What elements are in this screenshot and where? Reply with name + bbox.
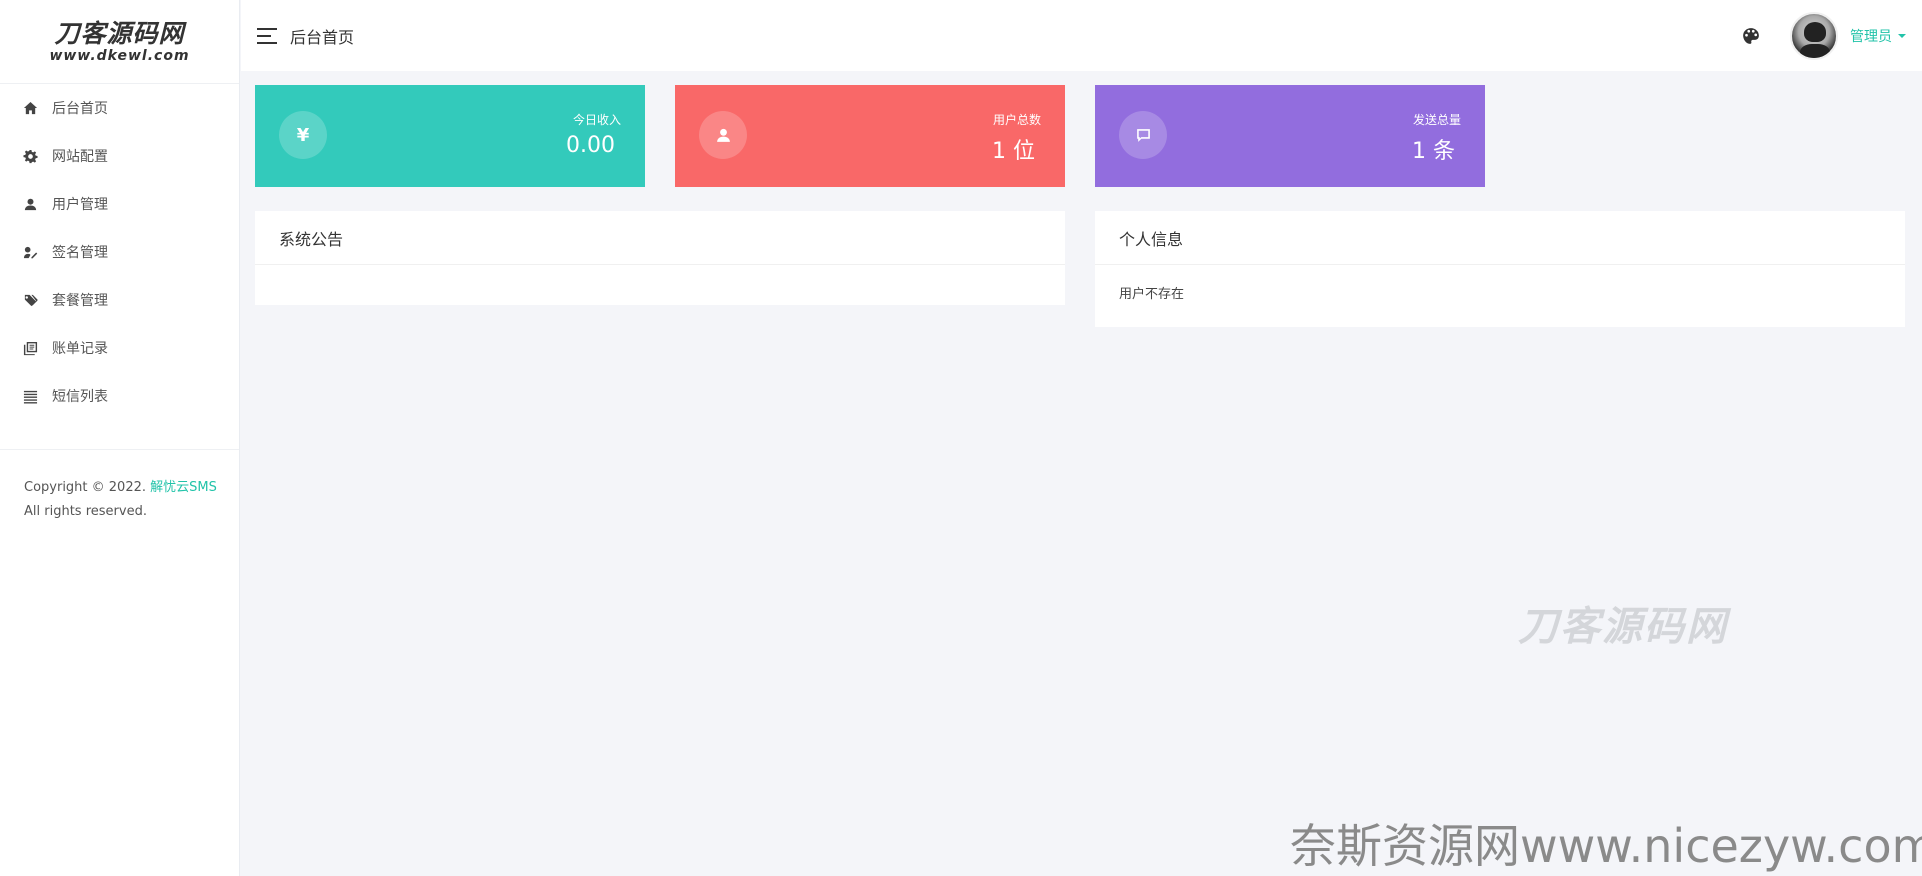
stat-card-users: 用户总数 1 位	[675, 85, 1065, 187]
site-logo[interactable]: 刀客源码网 www.dkewl.com	[0, 0, 239, 84]
copyright-prefix: Copyright © 2022.	[24, 480, 151, 495]
stat-value: 1 位	[992, 139, 1035, 164]
gear-icon	[22, 148, 38, 164]
topbar: 后台首页 管理员	[241, 0, 1922, 71]
system-notice-panel: 系统公告	[255, 211, 1065, 305]
stat-value: 0.00	[566, 133, 615, 158]
logo-subtitle: www.dkewl.com	[49, 47, 190, 64]
signature-icon	[22, 244, 38, 260]
menu-toggle-icon[interactable]	[257, 27, 277, 44]
user-icon	[699, 111, 747, 159]
panel-body: 用户不存在	[1119, 287, 1185, 302]
sidebar-item-label: 短信列表	[52, 389, 108, 405]
sidebar-item-label: 网站配置	[52, 149, 108, 165]
sidebar-item-dashboard[interactable]: 后台首页	[0, 84, 239, 132]
copyright-brand-link[interactable]: 解忧云SMS	[150, 480, 217, 495]
sidebar-item-label: 签名管理	[52, 245, 108, 261]
palette-icon[interactable]	[1742, 27, 1760, 45]
sidebar-nav: 后台首页 网站配置 用户管理 签名管理 套餐管理 账单记录 短信列表	[0, 84, 239, 420]
stat-card-messages: 发送总量 1 条	[1095, 85, 1485, 187]
watermark-bottom: 奈斯资源网www.nicezyw.com	[1290, 819, 1922, 873]
panel-body	[255, 265, 1065, 301]
sidebar-item-sms-list[interactable]: 短信列表	[0, 372, 239, 420]
topbar-actions: 管理员	[1742, 0, 1906, 71]
yen-icon: ¥	[279, 111, 327, 159]
home-icon	[22, 100, 38, 116]
copyright: Copyright © 2022. 解忧云SMS All rights rese…	[0, 450, 239, 524]
stat-card-income: ¥ 今日收入 0.00	[255, 85, 645, 187]
chevron-down-icon	[1898, 33, 1906, 38]
sidebar-item-label: 用户管理	[52, 197, 108, 213]
sidebar-item-packages[interactable]: 套餐管理	[0, 276, 239, 324]
sidebar-item-label: 套餐管理	[52, 293, 108, 309]
user-menu-dropdown[interactable]: 管理员	[1850, 26, 1906, 46]
tags-icon	[22, 292, 38, 308]
page-title: 后台首页	[290, 27, 355, 47]
sidebar-item-signatures[interactable]: 签名管理	[0, 228, 239, 276]
sidebar-item-billing[interactable]: 账单记录	[0, 324, 239, 372]
list-icon	[22, 388, 38, 404]
copyright-suffix: All rights reserved.	[24, 504, 147, 519]
sidebar-item-users[interactable]: 用户管理	[0, 180, 239, 228]
watermark-logo: 刀客源码网	[1518, 604, 1728, 650]
panel-title: 个人信息	[1095, 211, 1905, 265]
sidebar: 刀客源码网 www.dkewl.com 后台首页 网站配置 用户管理 签名管理	[0, 0, 240, 876]
user-icon	[22, 196, 38, 212]
stat-value: 1 条	[1412, 139, 1455, 164]
avatar[interactable]	[1790, 11, 1838, 60]
sidebar-item-label: 后台首页	[52, 101, 108, 117]
sidebar-item-site-config[interactable]: 网站配置	[0, 132, 239, 180]
user-menu-label: 管理员	[1850, 28, 1892, 45]
message-icon	[1119, 111, 1167, 159]
stat-label: 今日收入	[572, 113, 621, 127]
records-icon	[22, 340, 38, 356]
profile-panel: 个人信息 用户不存在	[1095, 211, 1905, 327]
sidebar-item-label: 账单记录	[52, 341, 108, 357]
panel-title: 系统公告	[255, 211, 1065, 265]
stat-label: 发送总量	[1412, 113, 1461, 127]
stat-label: 用户总数	[992, 113, 1041, 127]
logo-title: 刀客源码网	[54, 18, 185, 48]
